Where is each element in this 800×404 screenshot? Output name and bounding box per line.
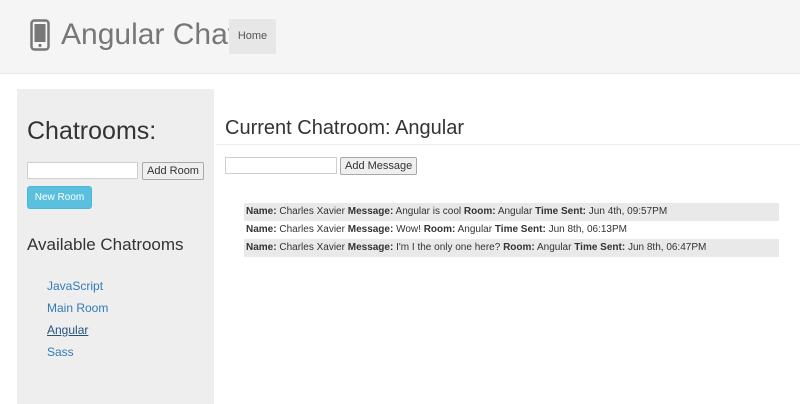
add-room-button[interactable]: Add Room bbox=[142, 162, 204, 180]
message-text: Angular is cool bbox=[395, 206, 462, 217]
chatroom-link-sass[interactable]: Sass bbox=[47, 344, 108, 366]
message-row: Name: Charles Xavier Message: Wow! Room:… bbox=[244, 221, 779, 239]
message-input[interactable] bbox=[225, 157, 337, 174]
message-list: Name: Charles Xavier Message: Angular is… bbox=[244, 203, 779, 257]
chatroom-list: JavaScript Main Room Angular Sass bbox=[47, 278, 108, 366]
title-divider bbox=[216, 144, 800, 145]
name-label: Name: bbox=[246, 206, 277, 217]
message-time: Jun 8th, 06:47PM bbox=[627, 242, 707, 253]
available-chatrooms-heading: Available Chatrooms bbox=[27, 235, 184, 254]
chatroom-label[interactable]: JavaScript bbox=[47, 279, 103, 293]
brand[interactable]: Angular Chat bbox=[30, 15, 236, 55]
room-label: Room: bbox=[423, 224, 456, 235]
message-text: I'm I the only one here? bbox=[396, 242, 501, 253]
brand-title: Angular Chat bbox=[61, 18, 237, 51]
sidebar-title: Chatrooms: bbox=[27, 117, 157, 145]
message-label: Message: bbox=[347, 206, 394, 217]
phone-icon bbox=[30, 19, 50, 51]
time-label: Time Sent: bbox=[574, 242, 626, 253]
time-label: Time Sent: bbox=[535, 206, 587, 217]
message-room: Angular bbox=[497, 206, 533, 217]
name-label: Name: bbox=[246, 224, 277, 235]
message-label: Message: bbox=[347, 224, 394, 235]
message-sender: Charles Xavier bbox=[279, 242, 345, 253]
name-label: Name: bbox=[246, 242, 277, 253]
sidebar: Chatrooms: Add Room New Room Available C… bbox=[17, 89, 214, 404]
add-message-button[interactable]: Add Message bbox=[340, 157, 418, 175]
message-time: Jun 4th, 09:57PM bbox=[588, 206, 668, 217]
message-sender: Charles Xavier bbox=[279, 224, 345, 235]
chatroom-label[interactable]: Main Room bbox=[47, 301, 108, 315]
time-label: Time Sent: bbox=[494, 224, 546, 235]
message-room: Angular bbox=[536, 242, 572, 253]
new-room-button[interactable]: New Room bbox=[27, 186, 92, 209]
room-name-input[interactable] bbox=[27, 162, 138, 179]
message-label: Message: bbox=[347, 242, 394, 253]
message-text: Wow! bbox=[396, 224, 421, 235]
message-row: Name: Charles Xavier Message: Angular is… bbox=[244, 203, 779, 221]
nav-home-link[interactable]: Home bbox=[229, 19, 276, 54]
top-navbar: Angular Chat Home bbox=[0, 0, 800, 74]
current-chatroom-title: Current Chatroom: Angular bbox=[225, 117, 465, 139]
chatroom-link-javascript[interactable]: JavaScript bbox=[47, 278, 108, 300]
room-label: Room: bbox=[503, 242, 535, 253]
chatroom-link-main-room[interactable]: Main Room bbox=[47, 300, 108, 322]
message-sender: Charles Xavier bbox=[279, 206, 345, 217]
chatroom-label[interactable]: Sass bbox=[47, 345, 74, 359]
room-label: Room: bbox=[463, 206, 496, 217]
message-time: Jun 8th, 06:13PM bbox=[548, 224, 627, 235]
message-room: Angular bbox=[457, 224, 493, 235]
chatroom-label[interactable]: Angular bbox=[47, 323, 88, 337]
chatroom-link-angular[interactable]: Angular bbox=[47, 322, 108, 344]
message-row: Name: Charles Xavier Message: I'm I the … bbox=[244, 239, 779, 257]
